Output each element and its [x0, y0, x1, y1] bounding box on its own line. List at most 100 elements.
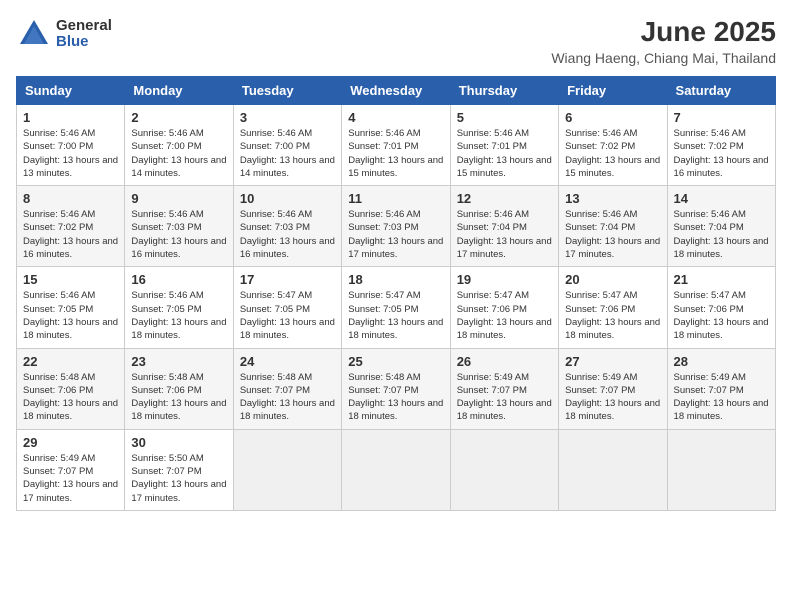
calendar-table: Sunday Monday Tuesday Wednesday Thursday… — [16, 76, 776, 511]
table-row: 16 Sunrise: 5:46 AM Sunset: 7:05 PM Dayl… — [125, 267, 233, 348]
day-info: Sunrise: 5:49 AM Sunset: 7:07 PM Dayligh… — [457, 371, 552, 424]
day-info: Sunrise: 5:46 AM Sunset: 7:00 PM Dayligh… — [131, 127, 226, 180]
logo-text: General Blue — [56, 18, 112, 51]
col-thursday: Thursday — [450, 77, 558, 105]
day-number: 6 — [565, 110, 660, 125]
table-row: 6 Sunrise: 5:46 AM Sunset: 7:02 PM Dayli… — [559, 105, 667, 186]
day-number: 15 — [23, 272, 118, 287]
table-row: 18 Sunrise: 5:47 AM Sunset: 7:05 PM Dayl… — [342, 267, 450, 348]
day-number: 1 — [23, 110, 118, 125]
table-row: 28 Sunrise: 5:49 AM Sunset: 7:07 PM Dayl… — [667, 348, 775, 429]
table-row: 5 Sunrise: 5:46 AM Sunset: 7:01 PM Dayli… — [450, 105, 558, 186]
logo-general-text: General — [56, 18, 112, 35]
col-tuesday: Tuesday — [233, 77, 341, 105]
day-info: Sunrise: 5:47 AM Sunset: 7:06 PM Dayligh… — [565, 289, 660, 342]
day-info: Sunrise: 5:46 AM Sunset: 7:01 PM Dayligh… — [348, 127, 443, 180]
day-info: Sunrise: 5:46 AM Sunset: 7:04 PM Dayligh… — [674, 208, 769, 261]
table-row — [667, 429, 775, 510]
day-info: Sunrise: 5:46 AM Sunset: 7:04 PM Dayligh… — [565, 208, 660, 261]
day-number: 5 — [457, 110, 552, 125]
day-info: Sunrise: 5:46 AM Sunset: 7:05 PM Dayligh… — [131, 289, 226, 342]
page-header: General Blue June 2025 Wiang Haeng, Chia… — [16, 16, 776, 66]
table-row: 27 Sunrise: 5:49 AM Sunset: 7:07 PM Dayl… — [559, 348, 667, 429]
table-row: 21 Sunrise: 5:47 AM Sunset: 7:06 PM Dayl… — [667, 267, 775, 348]
day-number: 4 — [348, 110, 443, 125]
day-number: 8 — [23, 191, 118, 206]
table-row: 10 Sunrise: 5:46 AM Sunset: 7:03 PM Dayl… — [233, 186, 341, 267]
day-number: 27 — [565, 354, 660, 369]
day-number: 12 — [457, 191, 552, 206]
table-row — [342, 429, 450, 510]
day-info: Sunrise: 5:47 AM Sunset: 7:06 PM Dayligh… — [674, 289, 769, 342]
col-friday: Friday — [559, 77, 667, 105]
table-row: 20 Sunrise: 5:47 AM Sunset: 7:06 PM Dayl… — [559, 267, 667, 348]
day-number: 7 — [674, 110, 769, 125]
table-row: 9 Sunrise: 5:46 AM Sunset: 7:03 PM Dayli… — [125, 186, 233, 267]
title-area: June 2025 Wiang Haeng, Chiang Mai, Thail… — [551, 16, 776, 66]
table-row: 23 Sunrise: 5:48 AM Sunset: 7:06 PM Dayl… — [125, 348, 233, 429]
col-sunday: Sunday — [17, 77, 125, 105]
day-number: 9 — [131, 191, 226, 206]
day-number: 16 — [131, 272, 226, 287]
day-info: Sunrise: 5:46 AM Sunset: 7:02 PM Dayligh… — [674, 127, 769, 180]
table-row: 11 Sunrise: 5:46 AM Sunset: 7:03 PM Dayl… — [342, 186, 450, 267]
day-number: 14 — [674, 191, 769, 206]
table-row: 2 Sunrise: 5:46 AM Sunset: 7:00 PM Dayli… — [125, 105, 233, 186]
day-info: Sunrise: 5:46 AM Sunset: 7:02 PM Dayligh… — [565, 127, 660, 180]
day-info: Sunrise: 5:50 AM Sunset: 7:07 PM Dayligh… — [131, 452, 226, 505]
day-info: Sunrise: 5:46 AM Sunset: 7:05 PM Dayligh… — [23, 289, 118, 342]
day-info: Sunrise: 5:46 AM Sunset: 7:01 PM Dayligh… — [457, 127, 552, 180]
day-number: 13 — [565, 191, 660, 206]
day-number: 22 — [23, 354, 118, 369]
day-info: Sunrise: 5:48 AM Sunset: 7:07 PM Dayligh… — [348, 371, 443, 424]
day-info: Sunrise: 5:46 AM Sunset: 7:04 PM Dayligh… — [457, 208, 552, 261]
table-row: 25 Sunrise: 5:48 AM Sunset: 7:07 PM Dayl… — [342, 348, 450, 429]
day-number: 2 — [131, 110, 226, 125]
calendar-row: 15 Sunrise: 5:46 AM Sunset: 7:05 PM Dayl… — [17, 267, 776, 348]
day-number: 29 — [23, 435, 118, 450]
col-wednesday: Wednesday — [342, 77, 450, 105]
table-row: 17 Sunrise: 5:47 AM Sunset: 7:05 PM Dayl… — [233, 267, 341, 348]
day-info: Sunrise: 5:49 AM Sunset: 7:07 PM Dayligh… — [565, 371, 660, 424]
day-number: 23 — [131, 354, 226, 369]
table-row: 3 Sunrise: 5:46 AM Sunset: 7:00 PM Dayli… — [233, 105, 341, 186]
table-row: 24 Sunrise: 5:48 AM Sunset: 7:07 PM Dayl… — [233, 348, 341, 429]
day-number: 19 — [457, 272, 552, 287]
day-info: Sunrise: 5:46 AM Sunset: 7:00 PM Dayligh… — [23, 127, 118, 180]
day-info: Sunrise: 5:47 AM Sunset: 7:05 PM Dayligh… — [240, 289, 335, 342]
logo-blue-text: Blue — [56, 34, 112, 51]
table-row: 29 Sunrise: 5:49 AM Sunset: 7:07 PM Dayl… — [17, 429, 125, 510]
day-number: 25 — [348, 354, 443, 369]
page-subtitle: Wiang Haeng, Chiang Mai, Thailand — [551, 50, 776, 66]
calendar-row: 1 Sunrise: 5:46 AM Sunset: 7:00 PM Dayli… — [17, 105, 776, 186]
table-row — [233, 429, 341, 510]
table-row: 15 Sunrise: 5:46 AM Sunset: 7:05 PM Dayl… — [17, 267, 125, 348]
col-monday: Monday — [125, 77, 233, 105]
table-row: 1 Sunrise: 5:46 AM Sunset: 7:00 PM Dayli… — [17, 105, 125, 186]
table-row: 14 Sunrise: 5:46 AM Sunset: 7:04 PM Dayl… — [667, 186, 775, 267]
calendar-row: 29 Sunrise: 5:49 AM Sunset: 7:07 PM Dayl… — [17, 429, 776, 510]
day-info: Sunrise: 5:48 AM Sunset: 7:06 PM Dayligh… — [23, 371, 118, 424]
logo: General Blue — [16, 16, 112, 52]
table-row — [450, 429, 558, 510]
page-title: June 2025 — [551, 16, 776, 48]
day-info: Sunrise: 5:46 AM Sunset: 7:03 PM Dayligh… — [240, 208, 335, 261]
calendar-header-row: Sunday Monday Tuesday Wednesday Thursday… — [17, 77, 776, 105]
day-info: Sunrise: 5:46 AM Sunset: 7:02 PM Dayligh… — [23, 208, 118, 261]
table-row: 4 Sunrise: 5:46 AM Sunset: 7:01 PM Dayli… — [342, 105, 450, 186]
day-number: 10 — [240, 191, 335, 206]
day-info: Sunrise: 5:49 AM Sunset: 7:07 PM Dayligh… — [674, 371, 769, 424]
day-number: 11 — [348, 191, 443, 206]
day-info: Sunrise: 5:48 AM Sunset: 7:07 PM Dayligh… — [240, 371, 335, 424]
day-number: 26 — [457, 354, 552, 369]
day-info: Sunrise: 5:46 AM Sunset: 7:03 PM Dayligh… — [348, 208, 443, 261]
table-row: 7 Sunrise: 5:46 AM Sunset: 7:02 PM Dayli… — [667, 105, 775, 186]
day-number: 20 — [565, 272, 660, 287]
day-number: 24 — [240, 354, 335, 369]
day-number: 30 — [131, 435, 226, 450]
table-row — [559, 429, 667, 510]
day-info: Sunrise: 5:48 AM Sunset: 7:06 PM Dayligh… — [131, 371, 226, 424]
day-number: 18 — [348, 272, 443, 287]
table-row: 26 Sunrise: 5:49 AM Sunset: 7:07 PM Dayl… — [450, 348, 558, 429]
calendar-row: 22 Sunrise: 5:48 AM Sunset: 7:06 PM Dayl… — [17, 348, 776, 429]
